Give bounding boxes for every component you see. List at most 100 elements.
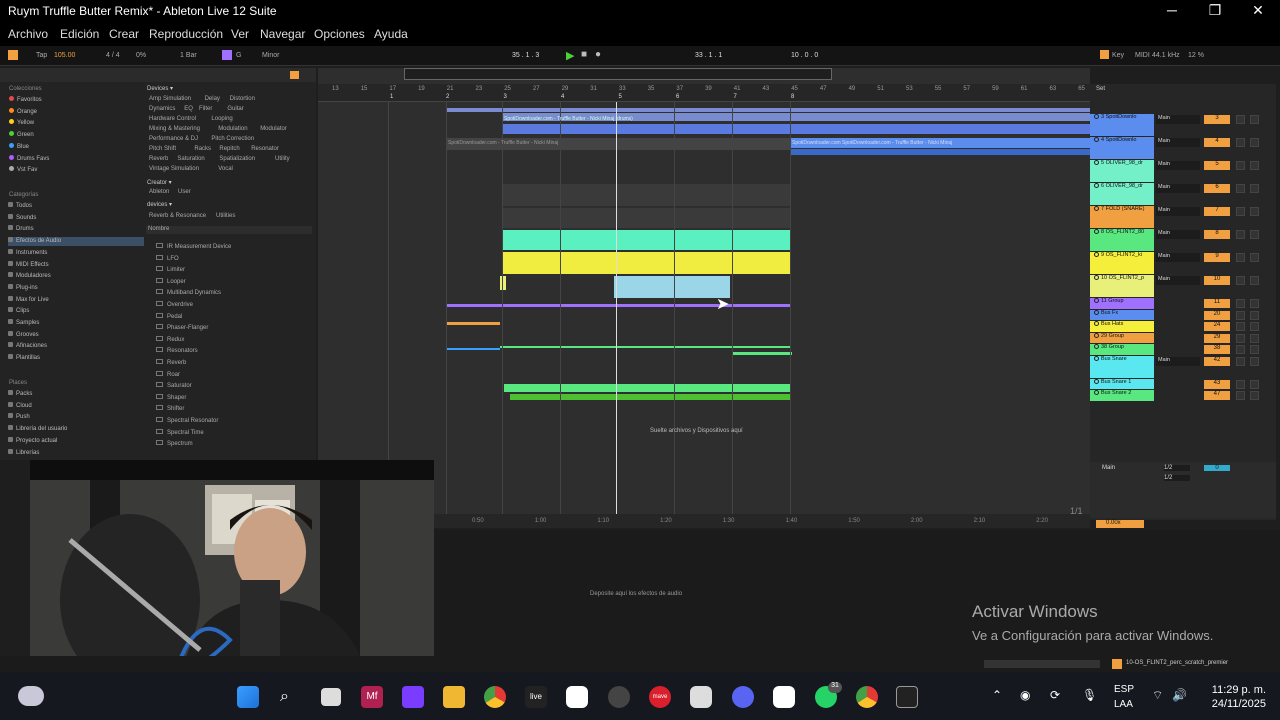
- file-row[interactable]: Redux: [148, 335, 308, 346]
- solo-button[interactable]: [1236, 299, 1245, 308]
- status-scroll[interactable]: [984, 660, 1100, 668]
- solo-button[interactable]: [1236, 391, 1245, 400]
- device-tag[interactable]: Spatialization: [219, 156, 255, 162]
- track-number[interactable]: 3: [1204, 115, 1230, 124]
- master-track[interactable]: Main 1/2 1/2 0: [1090, 462, 1276, 518]
- track-number[interactable]: 29: [1204, 333, 1230, 343]
- menu-archivo[interactable]: Archivo: [8, 27, 48, 41]
- app-hex-icon[interactable]: [690, 686, 712, 708]
- track-output-route[interactable]: Main: [1156, 356, 1200, 366]
- solo-button[interactable]: [1236, 322, 1245, 331]
- audio-clip[interactable]: [500, 276, 506, 290]
- creator-user[interactable]: User: [178, 189, 191, 195]
- device-tag[interactable]: Looping: [211, 116, 232, 122]
- sync-icon[interactable]: ⟳: [1050, 688, 1060, 702]
- arm-button[interactable]: [1250, 161, 1259, 170]
- locator-marker[interactable]: 4: [561, 94, 564, 100]
- key-label[interactable]: Key: [1112, 52, 1124, 59]
- arm-button[interactable]: [1250, 299, 1259, 308]
- solo-button[interactable]: [1236, 207, 1245, 216]
- audio-clip[interactable]: [502, 208, 790, 228]
- category-9[interactable]: Clips: [8, 307, 144, 316]
- locator-marker[interactable]: 2: [446, 94, 449, 100]
- time-signature[interactable]: 4 / 4: [106, 52, 120, 59]
- creator-ableton[interactable]: Ableton: [149, 189, 169, 195]
- track-fold-icon[interactable]: [1094, 183, 1099, 189]
- solo-button[interactable]: [1236, 333, 1245, 343]
- stop-icon[interactable]: ■: [581, 49, 587, 60]
- device-tag[interactable]: Saturation: [177, 156, 204, 162]
- arm-button[interactable]: [1250, 276, 1259, 285]
- audio-clip[interactable]: [732, 352, 792, 355]
- bar-ruler[interactable]: 13 15 17 19 21 23 25 27 29 31 33 35 37 39 41 43 45 47 49 51…: [318, 84, 1090, 102]
- wifi-icon[interactable]: ⌔: [1152, 688, 1163, 703]
- browser-search-bar[interactable]: [0, 68, 316, 82]
- chrome-icon[interactable]: [484, 686, 506, 708]
- audio-clip[interactable]: [504, 384, 790, 392]
- track-number[interactable]: 24: [1204, 322, 1230, 331]
- close-button[interactable]: ✕: [1244, 2, 1272, 19]
- locator-marker[interactable]: 1: [390, 94, 393, 100]
- restore-button[interactable]: ❐: [1201, 2, 1229, 19]
- task-view-icon[interactable]: [321, 688, 341, 706]
- category-7[interactable]: Plug-ins: [8, 283, 144, 293]
- position-display[interactable]: 35 . 1 . 3: [512, 52, 539, 59]
- track-fold-icon[interactable]: [1094, 114, 1099, 120]
- key-map-icon[interactable]: [1100, 50, 1109, 59]
- track-number[interactable]: 42: [1204, 356, 1230, 366]
- audio-clip[interactable]: [502, 124, 1090, 134]
- arm-button[interactable]: [1250, 230, 1259, 239]
- category-11[interactable]: Grooves: [8, 330, 144, 340]
- devices-header[interactable]: Devices ▾: [147, 85, 173, 92]
- track-header[interactable]: Bus Snare: [1090, 355, 1154, 378]
- track-header[interactable]: Bus Hats: [1090, 321, 1154, 332]
- tempo-field[interactable]: 105.00: [54, 52, 75, 59]
- place-3[interactable]: Librería del usuario: [8, 425, 144, 434]
- device-tag[interactable]: Delay: [205, 96, 220, 102]
- category-2[interactable]: Drums: [8, 225, 144, 234]
- locator-marker[interactable]: 6: [676, 94, 679, 100]
- track-number[interactable]: 10: [1204, 276, 1230, 285]
- device-tag[interactable]: Vocal: [218, 166, 233, 172]
- file-row[interactable]: Limiter: [148, 265, 308, 276]
- capcut-icon[interactable]: [566, 686, 588, 708]
- zoom-level[interactable]: 0.00x: [1096, 520, 1144, 528]
- device-tag[interactable]: Racks: [194, 146, 211, 152]
- search-icon[interactable]: ⌕: [280, 688, 289, 706]
- track-number[interactable]: 8: [1204, 230, 1230, 239]
- track-header[interactable]: 10 OS_FLINT2_p: [1090, 275, 1154, 297]
- track-number[interactable]: 20: [1204, 310, 1230, 320]
- view-toggle-icon[interactable]: [8, 50, 18, 60]
- file-row[interactable]: Spectrum: [148, 439, 308, 450]
- overview-scrubber[interactable]: [404, 68, 832, 80]
- collection-green[interactable]: Green: [9, 131, 139, 140]
- track-fold-icon[interactable]: [1094, 390, 1099, 396]
- app-circle-icon[interactable]: [608, 686, 630, 708]
- audio-clip[interactable]: [502, 230, 790, 250]
- solo-button[interactable]: [1236, 184, 1245, 193]
- arm-button[interactable]: [1250, 333, 1259, 343]
- device-tag[interactable]: Pitch Shift: [149, 146, 176, 152]
- collection-orange[interactable]: Orange: [9, 107, 139, 117]
- category-6[interactable]: Moduladores: [8, 272, 144, 281]
- device-tag[interactable]: Guitar: [227, 106, 243, 112]
- audio-clip[interactable]: [502, 252, 790, 274]
- track-fold-icon[interactable]: [1094, 355, 1099, 361]
- scale-icon[interactable]: [222, 50, 232, 60]
- audio-clip[interactable]: [446, 304, 790, 307]
- record-icon[interactable]: ●: [595, 49, 601, 60]
- audio-clip[interactable]: [446, 322, 500, 325]
- collection-favoritos[interactable]: Favoritos: [9, 96, 139, 105]
- arm-button[interactable]: [1250, 391, 1259, 400]
- audio-clip[interactable]: [510, 394, 790, 400]
- menu-opciones[interactable]: Opciones: [314, 27, 365, 41]
- arm-button[interactable]: [1250, 207, 1259, 216]
- place-0[interactable]: Packs: [8, 390, 144, 399]
- app-purple-icon[interactable]: [402, 686, 424, 708]
- device-tag[interactable]: Filter: [199, 106, 212, 112]
- file-row[interactable]: Spectral Resonator: [148, 416, 308, 427]
- device-tag[interactable]: Distortion: [230, 96, 255, 102]
- device-tag[interactable]: EQ: [184, 106, 193, 112]
- track-header[interactable]: 11 Group: [1090, 298, 1154, 309]
- device-tag[interactable]: Vintage Simulation: [149, 166, 199, 172]
